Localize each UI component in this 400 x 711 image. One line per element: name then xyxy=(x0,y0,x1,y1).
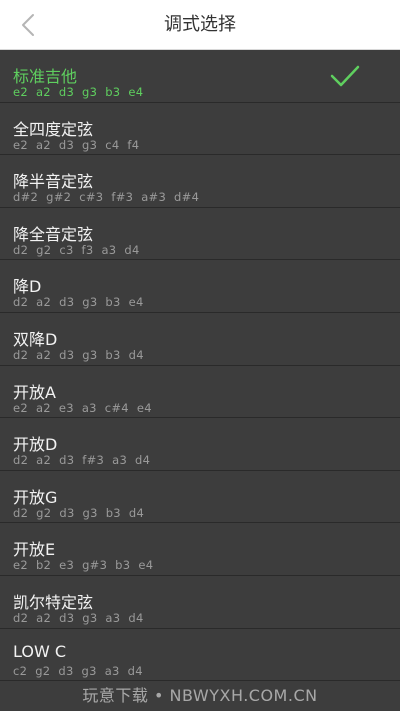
tuning-name: 全四度定弦 xyxy=(13,119,94,139)
tuning-item[interactable]: 降半音定弦 d#2 g#2 c#3 f#3 a#3 d#4 xyxy=(0,155,400,208)
tuning-item[interactable]: LOW C c2 g2 d3 g3 a3 d4 xyxy=(0,629,400,682)
page-title: 调式选择 xyxy=(164,14,236,35)
tuning-notes: e2 a2 d3 g3 c4 f4 xyxy=(13,137,140,152)
tuning-item[interactable]: 开放A e2 a2 e3 a3 c#4 e4 xyxy=(0,366,400,419)
tuning-item[interactable]: 凯尔特定弦 d2 a2 d3 g3 a3 d4 xyxy=(0,576,400,629)
tuning-name: 凯尔特定弦 xyxy=(13,592,94,612)
tuning-notes: e2 b2 e3 g#3 b3 e4 xyxy=(13,558,154,573)
tuning-notes: e2 a2 e3 a3 c#4 e4 xyxy=(13,400,152,415)
watermark: 玩意下载 • NBWYXH.COM.CN xyxy=(82,686,318,705)
tuning-name: 开放A xyxy=(13,382,56,402)
tuning-name: 降全音定弦 xyxy=(13,224,94,244)
tuning-item[interactable]: 降D d2 a2 d3 g3 b3 e4 xyxy=(0,260,400,313)
tuning-notes: e2 a2 d3 g3 b3 e4 xyxy=(13,85,144,99)
tuning-item[interactable]: 标准吉他 e2 a2 d3 g3 b3 e4 xyxy=(0,50,400,103)
tuning-name: 降半音定弦 xyxy=(13,172,94,192)
chevron-left-icon xyxy=(22,14,34,36)
tuning-name: 开放G xyxy=(13,487,58,507)
tuning-item[interactable]: 降全音定弦 d2 g2 c3 f3 a3 d4 xyxy=(0,208,400,261)
tuning-item[interactable]: 全四度定弦 e2 a2 d3 g3 c4 f4 xyxy=(0,103,400,156)
tuning-list: 标准吉他 e2 a2 d3 g3 b3 e4 全四度定弦 e2 a2 d3 g3 c4… xyxy=(0,50,400,682)
checkmark-icon xyxy=(330,65,360,87)
tuning-item[interactable]: 双降D d2 a2 d3 g3 b3 d4 xyxy=(0,313,400,366)
tuning-name: 双降D xyxy=(13,329,58,349)
tuning-item[interactable]: 开放E e2 b2 e3 g#3 b3 e4 xyxy=(0,523,400,576)
tuning-notes: d2 a2 d3 g3 a3 d4 xyxy=(13,610,144,625)
tuning-name: LOW C xyxy=(13,641,67,661)
back-button[interactable] xyxy=(8,5,48,45)
tuning-notes: d2 g2 c3 f3 a3 d4 xyxy=(13,242,140,257)
app-root: 调式选择 标准吉他 e2 a2 d3 g3 b3 e4 全四度定弦 e2 a2 d3 … xyxy=(0,0,400,711)
tuning-notes: d#2 g#2 c#3 f#3 a#3 d#4 xyxy=(13,190,200,205)
tuning-name: 标准吉他 xyxy=(13,67,78,86)
tuning-notes: c2 g2 d3 g3 a3 d4 xyxy=(13,663,143,678)
tuning-notes: d2 a2 d3 g3 b3 e4 xyxy=(13,295,144,310)
header-bar: 调式选择 xyxy=(0,0,400,50)
tuning-item[interactable]: 开放D d2 a2 d3 f#3 a3 d4 xyxy=(0,418,400,471)
tuning-notes: d2 a2 d3 f#3 a3 d4 xyxy=(13,453,151,468)
tuning-name: 开放E xyxy=(13,540,56,560)
tuning-item[interactable]: 开放G d2 g2 d3 g3 b3 d4 xyxy=(0,471,400,524)
tuning-name: 降D xyxy=(13,277,42,297)
tuning-notes: d2 a2 d3 g3 b3 d4 xyxy=(13,347,144,362)
tuning-notes: d2 g2 d3 g3 b3 d4 xyxy=(13,505,145,520)
tuning-name: 开放D xyxy=(13,435,58,455)
